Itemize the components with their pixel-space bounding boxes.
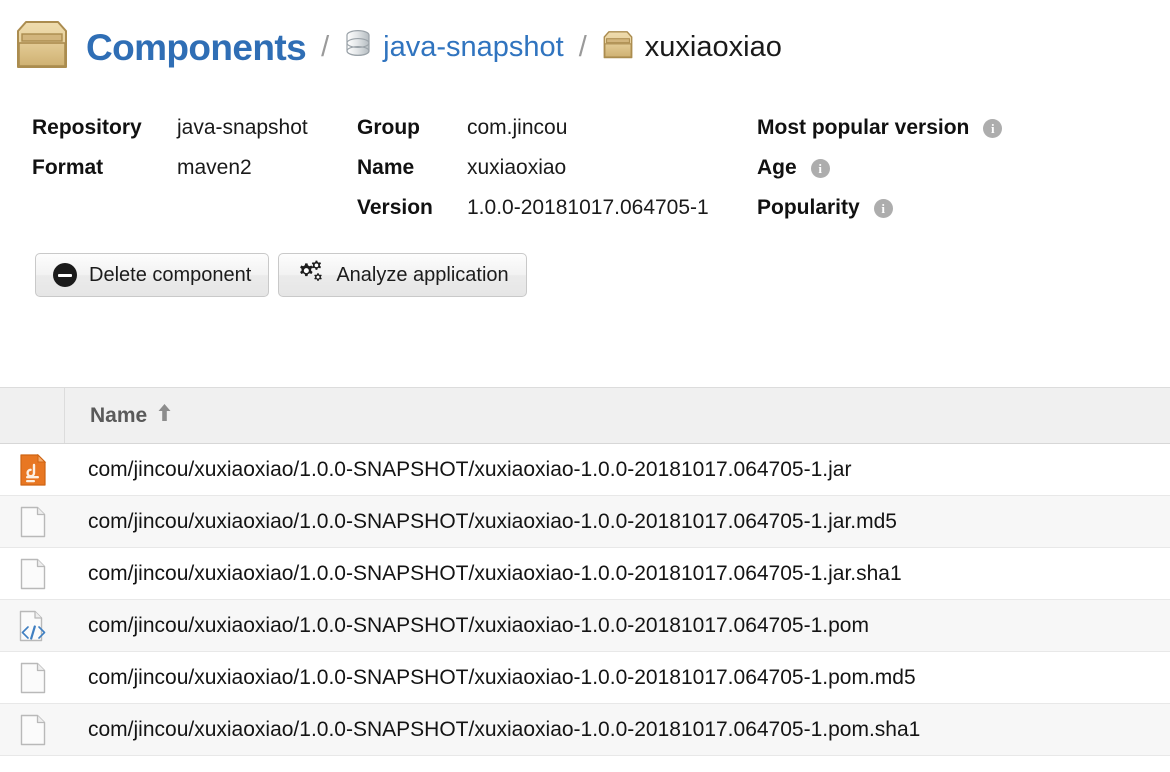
group-value: com.jincou [467,116,568,139]
name-value: xuxiaoxiao [467,156,567,179]
asset-path: com/jincou/xuxiaoxiao/1.0.0-SNAPSHOT/xux… [88,665,916,689]
database-icon [344,29,372,66]
group-label: Group [357,116,420,139]
breadcrumb-repository-link[interactable]: java-snapshot [383,32,564,62]
gears-icon [296,259,324,291]
table-row[interactable]: com/jincou/xuxiaoxiao/1.0.0-SNAPSHOT/xux… [0,652,1170,704]
table-row[interactable]: com/jincou/xuxiaoxiao/1.0.0-SNAPSHOT/xux… [0,548,1170,600]
analyze-application-button[interactable]: Analyze application [278,253,527,297]
info-icon[interactable]: i [873,198,893,218]
age-label: Age i [757,156,1170,180]
delete-component-label: Delete component [89,263,252,286]
asset-path: com/jincou/xuxiaoxiao/1.0.0-SNAPSHOT/xux… [88,509,897,533]
component-actions-toolbar: Delete component Analyze application [35,253,1170,297]
name-label: Name [357,156,415,179]
page-title[interactable]: Components [86,29,307,66]
delete-component-button[interactable]: Delete component [35,253,270,297]
format-value: maven2 [177,156,252,179]
table-header-row: Name [0,388,1170,444]
table-header-icon-column [0,388,65,443]
breadcrumb-separator-1: / [321,30,330,63]
table-row[interactable]: com/jincou/xuxiaoxiao/1.0.0-SNAPSHOT/xux… [0,444,1170,496]
version-value: 1.0.0-20181017.064705-1 [467,196,709,219]
table-header-name-label: Name [90,403,148,427]
package-box-icon [14,17,70,78]
breadcrumb-separator-2: / [578,30,587,63]
info-icon[interactable]: i [983,118,1003,138]
version-label: Version [357,196,433,219]
component-details: Repository java-snapshot Group com.jinco… [32,116,1170,220]
table-row[interactable]: com/jincou/xuxiaoxiao/1.0.0-SNAPSHOT/xux… [0,600,1170,652]
table-row[interactable]: com/jincou/xuxiaoxiao/1.0.0-SNAPSHOT/xux… [0,496,1170,548]
minus-circle-icon [53,263,77,287]
asset-path: com/jincou/xuxiaoxiao/1.0.0-SNAPSHOT/xux… [88,457,852,481]
info-icon[interactable]: i [810,158,830,178]
repository-value: java-snapshot [177,116,308,139]
table-body: com/jincou/xuxiaoxiao/1.0.0-SNAPSHOT/xux… [0,444,1170,756]
popularity-text: Popularity [757,196,860,219]
breadcrumb-component-name: xuxiaoxiao [644,30,782,63]
breadcrumb: Components / java-snapshot / xuxiaoxiao [0,0,1170,80]
format-label: Format [32,156,104,179]
jar-file-icon [0,453,65,486]
repository-label: Repository [32,116,142,139]
generic-file-icon [0,558,65,590]
asset-path: com/jincou/xuxiaoxiao/1.0.0-SNAPSHOT/xux… [88,717,921,741]
most-popular-version-label: Most popular version i [757,116,1170,140]
table-row[interactable]: com/jincou/xuxiaoxiao/1.0.0-SNAPSHOT/xux… [0,704,1170,756]
table-header-name-column[interactable]: Name [65,403,172,428]
most-popular-version-text: Most popular version [757,116,970,139]
assets-table: Name com/jincou/xuxiaoxiao/1.0.0-SNAPSHO… [0,387,1170,756]
popularity-label: Popularity i [757,196,1170,220]
package-box-icon [602,28,634,67]
age-text: Age [757,156,797,179]
xml-file-icon [0,610,65,642]
arrow-up-icon[interactable] [157,403,172,428]
asset-path: com/jincou/xuxiaoxiao/1.0.0-SNAPSHOT/xux… [88,613,869,637]
generic-file-icon [0,506,65,538]
generic-file-icon [0,662,65,694]
generic-file-icon [0,714,65,746]
analyze-application-label: Analyze application [336,263,509,286]
asset-path: com/jincou/xuxiaoxiao/1.0.0-SNAPSHOT/xux… [88,561,902,585]
